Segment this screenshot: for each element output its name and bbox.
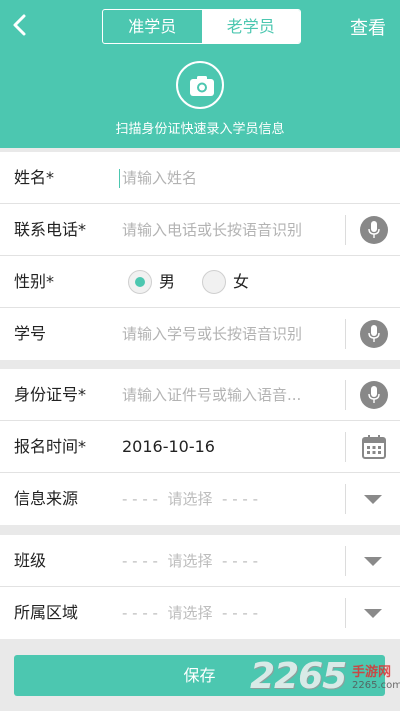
id-no-input[interactable]: 请输入证件号或输入语音... — [122, 369, 301, 421]
divider — [345, 546, 346, 576]
region-select[interactable]: - - - - 请选择 - - - - — [122, 587, 258, 639]
source-select[interactable]: - - - - 请选择 - - - - — [122, 473, 258, 525]
id-no-label: 身份证号* — [14, 385, 87, 404]
text-cursor — [119, 169, 120, 188]
scan-id-tip: 扫描身份证快速录入学员信息 — [115, 122, 285, 137]
basic-info-group: 姓名* 请输入姓名 联系电话* 请输入电话或长按语音识别 性别* 男 女 学号 … — [0, 152, 400, 360]
header-bar: 准学员 老学员 查看 扫描身份证快速录入学员信息 — [0, 0, 400, 148]
class-label: 班级 — [14, 551, 47, 570]
camera-icon — [190, 76, 214, 96]
divider — [345, 380, 346, 410]
source-label: 信息来源 — [14, 489, 79, 508]
calendar-icon[interactable] — [362, 435, 386, 463]
class-select[interactable]: - - - - 请选择 - - - - — [122, 535, 258, 587]
divider — [345, 484, 346, 514]
watermark-site-name: 手游网 — [352, 665, 392, 680]
gender-female-radio[interactable] — [202, 270, 226, 294]
microphone-icon[interactable] — [360, 381, 388, 409]
phone-input[interactable]: 请输入电话或长按语音识别 — [122, 204, 302, 256]
enroll-time-value[interactable]: 2016-10-16 — [122, 421, 215, 473]
detail-info-group: 身份证号* 请输入证件号或输入语音... 报名时间* 2016-10-16 信息… — [0, 369, 400, 525]
gender-male-label[interactable]: 男 — [159, 256, 175, 308]
name-input[interactable]: 请输入姓名 — [122, 152, 197, 204]
microphone-icon[interactable] — [360, 216, 388, 244]
assignment-group: 班级 - - - - 请选择 - - - - 所属区域 - - - - 请选择 … — [0, 535, 400, 639]
enroll-time-label: 报名时间* — [14, 437, 87, 456]
gender-male-radio[interactable] — [128, 270, 152, 294]
watermark-number: 2265 — [250, 656, 347, 697]
watermark-url: 2265.com — [352, 680, 400, 691]
tab-existing-student[interactable]: 老学员 — [201, 10, 300, 43]
name-row: 姓名* 请输入姓名 — [0, 152, 400, 204]
student-no-input[interactable]: 请输入学号或长按语音识别 — [122, 308, 302, 360]
name-label: 姓名* — [14, 168, 55, 187]
divider — [345, 598, 346, 628]
view-button[interactable]: 查看 — [350, 14, 386, 40]
region-row[interactable]: 所属区域 - - - - 请选择 - - - - — [0, 587, 400, 639]
gender-row: 性别* 男 女 — [0, 256, 400, 308]
id-no-row: 身份证号* 请输入证件号或输入语音... — [0, 369, 400, 421]
dropdown-triangle-icon[interactable] — [364, 495, 382, 504]
class-row[interactable]: 班级 - - - - 请选择 - - - - — [0, 535, 400, 587]
gender-female-label[interactable]: 女 — [233, 256, 249, 308]
divider — [345, 215, 346, 245]
microphone-icon[interactable] — [360, 320, 388, 348]
tab-prospective-student[interactable]: 准学员 — [103, 10, 202, 43]
watermark-logo: 2265 手游网 2265.com — [250, 656, 400, 697]
camera-scan-button[interactable] — [176, 61, 224, 109]
enroll-time-row: 报名时间* 2016-10-16 — [0, 421, 400, 473]
student-type-tabs: 准学员 老学员 — [102, 9, 301, 44]
region-label: 所属区域 — [14, 603, 79, 622]
divider — [345, 432, 346, 462]
phone-label: 联系电话* — [14, 220, 87, 239]
student-no-label: 学号 — [14, 324, 47, 343]
dropdown-triangle-icon[interactable] — [364, 609, 382, 618]
dropdown-triangle-icon[interactable] — [364, 557, 382, 566]
back-arrow-icon[interactable] — [8, 10, 32, 40]
gender-label: 性别* — [14, 272, 55, 291]
phone-row: 联系电话* 请输入电话或长按语音识别 — [0, 204, 400, 256]
divider — [345, 319, 346, 349]
student-no-row: 学号 请输入学号或长按语音识别 — [0, 308, 400, 360]
source-row[interactable]: 信息来源 - - - - 请选择 - - - - — [0, 473, 400, 525]
